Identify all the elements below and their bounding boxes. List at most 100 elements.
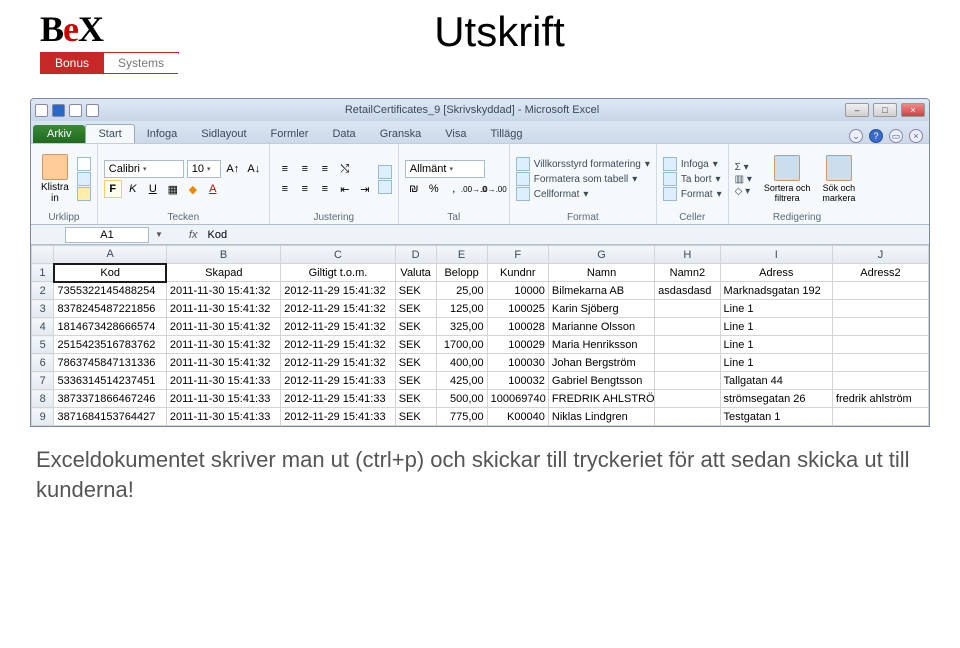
minimize-button[interactable]: – xyxy=(845,103,869,117)
cell[interactable] xyxy=(655,408,720,426)
shrink-font-button[interactable]: A↓ xyxy=(245,160,263,178)
cell[interactable]: Adress2 xyxy=(832,264,928,282)
tab-infoga[interactable]: Infoga xyxy=(135,125,190,143)
cell[interactable]: Testgatan 1 xyxy=(720,408,832,426)
col-header[interactable]: D xyxy=(395,246,436,264)
select-all-corner[interactable] xyxy=(32,246,54,264)
delete-cells-button[interactable]: Ta bort ▾ xyxy=(663,172,722,186)
row-header[interactable]: 6 xyxy=(32,354,54,372)
cell[interactable] xyxy=(832,354,928,372)
cell[interactable] xyxy=(832,282,928,300)
cell[interactable]: 100032 xyxy=(487,372,548,390)
cell[interactable] xyxy=(832,408,928,426)
paste-button[interactable]: Klistra in xyxy=(37,152,73,206)
cell[interactable] xyxy=(655,300,720,318)
col-header[interactable]: F xyxy=(487,246,548,264)
tab-file[interactable]: Arkiv xyxy=(33,125,85,143)
row-header[interactable]: 5 xyxy=(32,336,54,354)
cell[interactable]: 1814673428666574 xyxy=(54,318,166,336)
cell[interactable]: asdasdasd xyxy=(655,282,720,300)
cell[interactable]: 2011-11-30 15:41:32 xyxy=(166,300,280,318)
cell[interactable]: 2012-11-29 15:41:32 xyxy=(281,336,395,354)
cell[interactable]: 2011-11-30 15:41:32 xyxy=(166,336,280,354)
font-size-select[interactable]: 10▾ xyxy=(187,160,221,178)
cell[interactable]: 5336314514237451 xyxy=(54,372,166,390)
table-row[interactable]: 838733718664672462011-11-30 15:41:332012… xyxy=(32,390,929,408)
cell[interactable] xyxy=(655,372,720,390)
cell[interactable]: Namn2 xyxy=(655,264,720,282)
col-header[interactable]: I xyxy=(720,246,832,264)
cell[interactable]: 100029 xyxy=(487,336,548,354)
cell[interactable]: 425,00 xyxy=(436,372,487,390)
cell[interactable]: Adress xyxy=(720,264,832,282)
window-restore-icon[interactable]: ▭ xyxy=(889,129,903,143)
fill-color-button[interactable]: ◆ xyxy=(184,180,202,198)
cell[interactable]: Niklas Lindgren xyxy=(548,408,654,426)
cell[interactable] xyxy=(832,372,928,390)
table-row[interactable]: 383782454872218562011-11-30 15:41:322012… xyxy=(32,300,929,318)
table-row[interactable]: 678637458471313362011-11-30 15:41:322012… xyxy=(32,354,929,372)
cell[interactable]: 10000 xyxy=(487,282,548,300)
indent-inc-button[interactable]: ⇥ xyxy=(356,180,374,198)
clear-icon[interactable]: ◇ ▾ xyxy=(735,186,751,197)
cell[interactable] xyxy=(832,318,928,336)
cell[interactable]: 100030 xyxy=(487,354,548,372)
excel-icon[interactable] xyxy=(35,104,48,117)
copy-icon[interactable] xyxy=(77,172,91,186)
fill-icon[interactable]: ▥ ▾ xyxy=(735,174,752,185)
cell[interactable]: 2011-11-30 15:41:33 xyxy=(166,408,280,426)
cell[interactable]: 100069740 xyxy=(487,390,548,408)
undo-icon[interactable] xyxy=(69,104,82,117)
cell[interactable] xyxy=(832,300,928,318)
cell[interactable]: 325,00 xyxy=(436,318,487,336)
cell[interactable]: Giltigt t.o.m. xyxy=(281,264,395,282)
cell[interactable]: 2012-11-29 15:41:32 xyxy=(281,282,395,300)
cut-icon[interactable] xyxy=(77,157,91,171)
cell[interactable]: 25,00 xyxy=(436,282,487,300)
tab-granska[interactable]: Granska xyxy=(368,125,434,143)
italic-button[interactable]: K xyxy=(124,180,142,198)
cell[interactable]: Marianne Olsson xyxy=(548,318,654,336)
cell[interactable]: 3871684153764427 xyxy=(54,408,166,426)
save-icon[interactable] xyxy=(52,104,65,117)
wrap-text-icon[interactable] xyxy=(378,165,392,179)
find-select-button[interactable]: Sök och markera xyxy=(818,153,859,205)
cell[interactable]: 7863745847131336 xyxy=(54,354,166,372)
align-top-button[interactable]: ≡ xyxy=(276,160,294,178)
cell[interactable]: Namn xyxy=(548,264,654,282)
row-header[interactable]: 2 xyxy=(32,282,54,300)
cell[interactable]: 400,00 xyxy=(436,354,487,372)
cell[interactable]: Line 1 xyxy=(720,318,832,336)
insert-cells-button[interactable]: Infoga ▾ xyxy=(663,157,722,171)
cell[interactable]: SEK xyxy=(395,354,436,372)
row-header[interactable]: 7 xyxy=(32,372,54,390)
col-header[interactable]: C xyxy=(281,246,395,264)
tab-tillagg[interactable]: Tillägg xyxy=(478,125,534,143)
cell[interactable]: FREDRIK AHLSTRÖM xyxy=(548,390,654,408)
ribbon-minimize-icon[interactable]: ⌄ xyxy=(849,129,863,143)
spreadsheet-grid[interactable]: A B C D E F G H I J 1KodSkapadGiltigt t.… xyxy=(31,245,929,426)
redo-icon[interactable] xyxy=(86,104,99,117)
cell[interactable]: 2011-11-30 15:41:33 xyxy=(166,372,280,390)
percent-button[interactable]: % xyxy=(425,180,443,198)
cell[interactable]: 2012-11-29 15:41:33 xyxy=(281,408,395,426)
cell[interactable]: 100025 xyxy=(487,300,548,318)
cell[interactable]: 2011-11-30 15:41:32 xyxy=(166,354,280,372)
cell[interactable] xyxy=(832,336,928,354)
cell[interactable]: Belopp xyxy=(436,264,487,282)
table-row[interactable]: 938716841537644272011-11-30 15:41:332012… xyxy=(32,408,929,426)
cell[interactable]: 2012-11-29 15:41:32 xyxy=(281,300,395,318)
row-header[interactable]: 1 xyxy=(32,264,54,282)
orientation-button[interactable]: ⤭ xyxy=(336,160,354,178)
col-header[interactable]: E xyxy=(436,246,487,264)
cell[interactable] xyxy=(655,354,720,372)
table-row[interactable]: 273553221454882542011-11-30 15:41:322012… xyxy=(32,282,929,300)
row-header[interactable]: 9 xyxy=(32,408,54,426)
cell[interactable]: Skapad xyxy=(166,264,280,282)
cell[interactable]: SEK xyxy=(395,300,436,318)
cell[interactable]: Maria Henriksson xyxy=(548,336,654,354)
cell[interactable]: 2011-11-30 15:41:32 xyxy=(166,282,280,300)
cell[interactable]: Bilmekarna AB xyxy=(548,282,654,300)
cell[interactable] xyxy=(655,318,720,336)
cell[interactable]: 2012-11-29 15:41:32 xyxy=(281,318,395,336)
